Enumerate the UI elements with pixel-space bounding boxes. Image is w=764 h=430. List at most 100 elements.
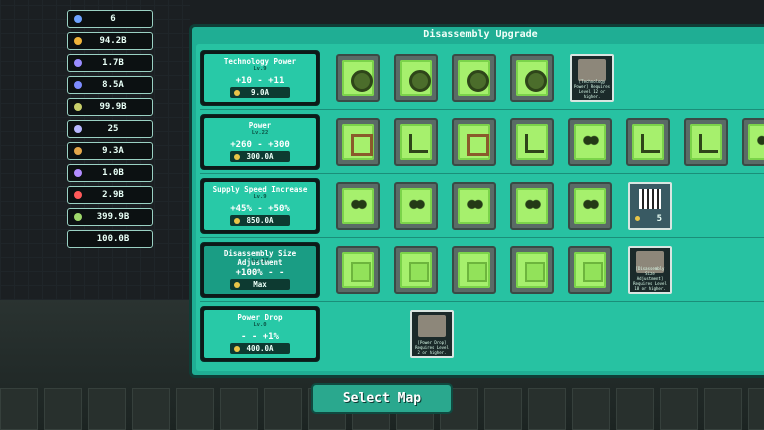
upgrade-slot[interactable] bbox=[568, 182, 612, 230]
upgrade-slot[interactable] bbox=[742, 118, 764, 166]
floor-tile bbox=[44, 388, 82, 430]
item-counter-slot[interactable]: 5 bbox=[628, 182, 672, 230]
ore-icon bbox=[74, 103, 82, 111]
upgrade-slot[interactable] bbox=[510, 182, 554, 230]
upgrade-info-card[interactable]: Power Lv.22 +260 - +300 300.0A bbox=[200, 114, 320, 170]
slot-face bbox=[516, 188, 548, 224]
resource-counter: 94.2B bbox=[67, 32, 153, 50]
upgrade-slot[interactable] bbox=[336, 54, 380, 102]
slot-face bbox=[690, 124, 722, 160]
resource-value: 99.9B bbox=[99, 102, 127, 112]
upgrade-slot[interactable] bbox=[394, 246, 438, 294]
floor-tile bbox=[0, 388, 38, 430]
upgrade-slot[interactable] bbox=[452, 182, 496, 230]
slot-face bbox=[342, 252, 374, 288]
dots-icon bbox=[757, 134, 764, 150]
slot-face bbox=[458, 252, 490, 288]
resource-value: 399.9B bbox=[96, 212, 130, 222]
upgrade-slot[interactable] bbox=[568, 118, 612, 166]
upgrade-slot[interactable] bbox=[394, 182, 438, 230]
blank-icon bbox=[74, 235, 82, 243]
dots-icon bbox=[583, 134, 599, 150]
panel-title: Disassembly Upgrade bbox=[423, 29, 538, 40]
floor-tile bbox=[704, 388, 742, 430]
upgrade-row: Disassembly Size Adjustment Lv.17 +100% - … bbox=[200, 237, 764, 298]
upgrade-info-card[interactable]: Power Drop Lv.0 - - +1% 400.0A bbox=[200, 306, 320, 362]
resource-counter: 8.5A bbox=[67, 76, 153, 94]
coin-icon bbox=[635, 216, 640, 221]
upgrade-slot[interactable] bbox=[510, 54, 554, 102]
upgrade-row: Power Drop Lv.0 - - +1% 400.0A [Power Drop]… bbox=[200, 301, 764, 362]
upgrade-cost-button[interactable]: 850.0A bbox=[230, 215, 290, 226]
upgrade-cost-button[interactable]: 9.0A bbox=[230, 87, 290, 98]
upgrade-cost: 850.0A bbox=[246, 216, 274, 225]
lock-requirement-text: [Technology Power] Requires Level 12 or … bbox=[573, 79, 611, 99]
ingot-icon bbox=[74, 147, 82, 155]
slot-face bbox=[574, 124, 606, 160]
floor-tile bbox=[132, 388, 170, 430]
gear-icon bbox=[409, 70, 431, 92]
arrow-icon bbox=[525, 134, 544, 153]
upgrade-slot[interactable] bbox=[684, 118, 728, 166]
upgrade-slot[interactable] bbox=[336, 118, 380, 166]
upgrade-row: Technology Power Lv.9 +10 - +11 9.0A [Techno… bbox=[200, 50, 764, 106]
floor-tile bbox=[748, 388, 764, 430]
gear-icon bbox=[467, 70, 489, 92]
upgrade-slot[interactable] bbox=[394, 54, 438, 102]
locked-slot[interactable]: [Technology Power] Requires Level 12 or … bbox=[570, 54, 614, 102]
coin-icon bbox=[234, 346, 240, 352]
upgrade-row: Power Lv.22 +260 - +300 300.0A bbox=[200, 109, 764, 170]
slot-face bbox=[342, 124, 374, 160]
square-icon bbox=[583, 262, 603, 282]
row-divider bbox=[200, 109, 764, 110]
upgrade-cost-button[interactable]: 400.0A bbox=[230, 343, 290, 354]
floor-tile bbox=[660, 388, 698, 430]
upgrade-slot[interactable] bbox=[510, 118, 554, 166]
floor-tile bbox=[572, 388, 610, 430]
frame-icon bbox=[351, 134, 373, 156]
resource-value: 8.5A bbox=[102, 80, 124, 90]
select-map-button[interactable]: Select Map bbox=[311, 383, 453, 414]
dots-icon bbox=[409, 198, 425, 214]
resource-list: 6 94.2B 1.7B 8.5A 99.9B 25 9.3A 1.0B 2.9B 399.9B 1… bbox=[67, 10, 153, 252]
gear-icon bbox=[525, 70, 547, 92]
upgrade-info-card[interactable]: Supply Speed Increase Lv.9 +45% - +50% 850.… bbox=[200, 178, 320, 234]
slot-face bbox=[400, 124, 432, 160]
upgrade-name: Technology Power bbox=[223, 57, 297, 66]
square-icon bbox=[409, 262, 429, 282]
row-divider bbox=[200, 237, 764, 238]
upgrade-name: Supply Speed Increase bbox=[212, 185, 308, 194]
upgrade-slot[interactable] bbox=[394, 118, 438, 166]
resource-value: 100.0B bbox=[96, 234, 130, 244]
lock-requirement-text: [Power Drop] Requires Level 2 or higher. bbox=[415, 340, 449, 355]
slot-face bbox=[400, 252, 432, 288]
card-face: Technology Power Lv.9 +10 - +11 9.0A bbox=[204, 54, 316, 102]
upgrade-slot[interactable] bbox=[510, 246, 554, 294]
coin-icon bbox=[234, 218, 240, 224]
upgrade-slot[interactable] bbox=[452, 246, 496, 294]
upgrade-level: Lv.9 bbox=[253, 66, 267, 72]
arrow-icon bbox=[641, 134, 660, 153]
slot-face bbox=[574, 252, 606, 288]
upgrade-slot[interactable] bbox=[626, 118, 670, 166]
resource-counter: 2.9B bbox=[67, 186, 153, 204]
upgrade-level: Lv.0 bbox=[253, 322, 267, 328]
leaf-icon bbox=[74, 213, 82, 221]
upgrade-info-card[interactable]: Technology Power Lv.9 +10 - +11 9.0A bbox=[200, 50, 320, 106]
upgrade-info-card[interactable]: Disassembly Size Adjustment Lv.17 +100% - … bbox=[200, 242, 320, 298]
upgrade-slot[interactable] bbox=[336, 182, 380, 230]
slot-face bbox=[342, 60, 374, 96]
floor-tile bbox=[528, 388, 566, 430]
upgrade-slot[interactable] bbox=[336, 246, 380, 294]
locked-slot[interactable]: [Disassembly Size Adjustment] Requires L… bbox=[628, 246, 672, 294]
resource-counter: 399.9B bbox=[67, 208, 153, 226]
locked-slot[interactable]: [Power Drop] Requires Level 2 or higher. bbox=[410, 310, 454, 358]
upgrade-cost-button[interactable]: Max bbox=[230, 279, 290, 290]
upgrade-cost-button[interactable]: 300.0A bbox=[230, 151, 290, 162]
square-icon bbox=[467, 262, 487, 282]
upgrade-slot[interactable] bbox=[568, 246, 612, 294]
dots-icon bbox=[351, 198, 367, 214]
floor-tile bbox=[176, 388, 214, 430]
upgrade-slot[interactable] bbox=[452, 118, 496, 166]
upgrade-slot[interactable] bbox=[452, 54, 496, 102]
